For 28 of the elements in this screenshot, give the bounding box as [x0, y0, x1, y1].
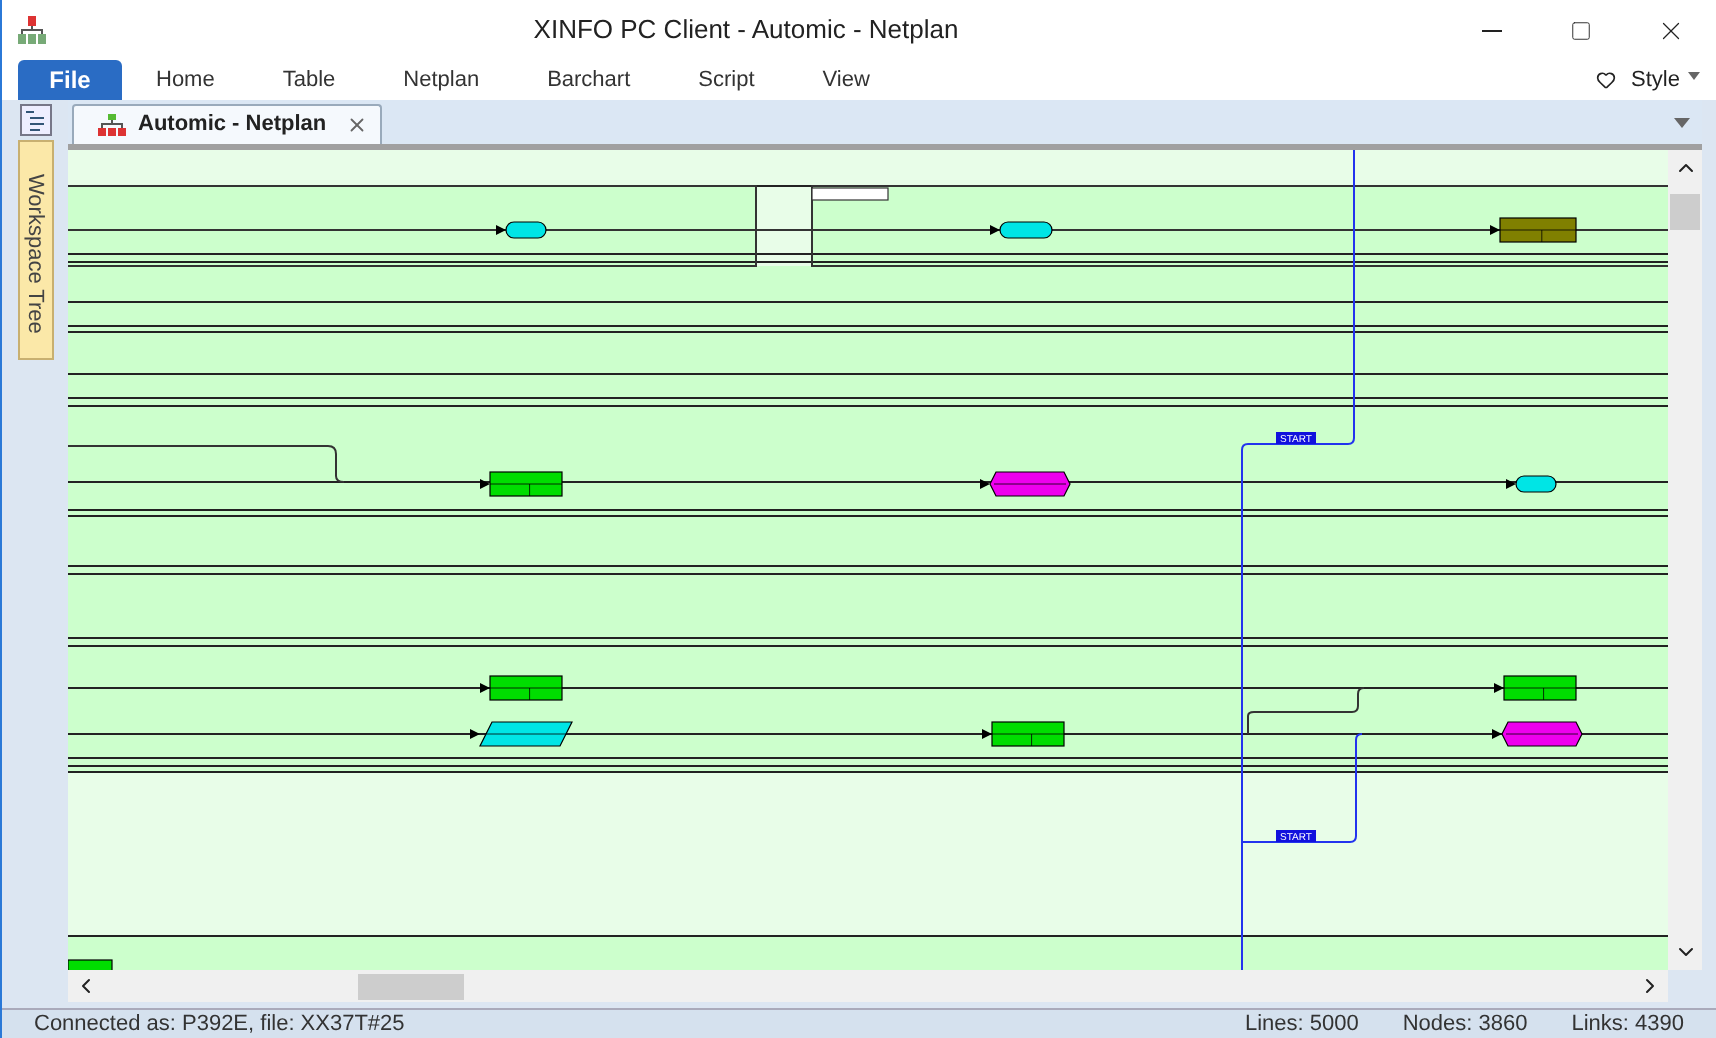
menu-tab[interactable]: Table	[254, 60, 364, 100]
menu-tab[interactable]: View	[794, 60, 898, 100]
node-tag	[811, 187, 889, 201]
minimize-icon	[1481, 29, 1501, 31]
scrollbar-thumb[interactable]	[1670, 194, 1700, 230]
style-menu[interactable]: Style	[1631, 60, 1680, 100]
scrollbar-thumb[interactable]	[358, 973, 464, 999]
connection-status: Connected as: P392E, file: XX37T#25	[34, 1009, 407, 1038]
maximize-icon	[1570, 19, 1592, 41]
network-icon	[98, 114, 126, 136]
caret-icon	[1688, 72, 1700, 80]
tree-icon[interactable]	[19, 104, 51, 136]
menu-tab[interactable]: Barchart	[519, 60, 659, 100]
caret-icon[interactable]	[1674, 118, 1690, 128]
workspace-tree-tab[interactable]: Workspace Tree	[17, 140, 53, 360]
tab-label: Automic - Netplan	[138, 110, 327, 141]
menu-tab[interactable]: File	[18, 60, 122, 100]
menu-tab[interactable]: Netplan	[375, 60, 508, 100]
links-count: Links: 4390	[1571, 1009, 1684, 1038]
heart-icon	[1595, 70, 1616, 90]
document-tab[interactable]: Automic - Netplan	[72, 104, 383, 144]
menu-tab[interactable]: Script	[670, 60, 783, 100]
window-title: XINFO PC Client - Automic - Netplan	[533, 14, 959, 45]
close-tab-icon[interactable]	[346, 114, 369, 136]
app-icon	[18, 16, 46, 44]
lines-count: Lines: 5000	[1244, 1009, 1359, 1038]
menu-tab[interactable]: Home	[128, 60, 243, 100]
nodes-count: Nodes: 3860	[1402, 1009, 1528, 1038]
